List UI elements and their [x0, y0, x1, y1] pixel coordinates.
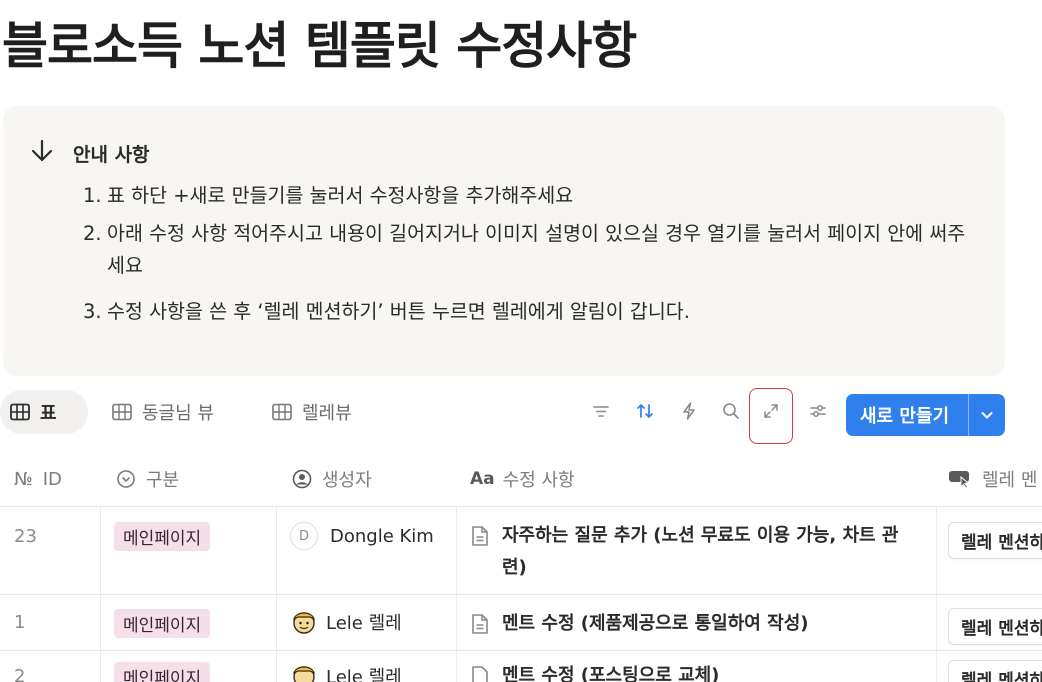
- view-tab-lele[interactable]: 렐레뷰: [272, 390, 352, 434]
- callout-title: 안내 사항: [73, 143, 150, 166]
- instruction-item: 1. 표 하단 +새로 만들기를 눌러서 수정사항을 추가해주세요: [83, 180, 983, 212]
- page-title: 블로소득 노션 템플릿 수정사항: [2, 17, 637, 75]
- creator-name: Lele 렐레: [326, 613, 402, 634]
- creator-cell[interactable]: D Dongle Kim: [290, 522, 434, 550]
- category-cell[interactable]: 메인페이지: [114, 522, 211, 551]
- row-divider: [0, 506, 1042, 507]
- table-icon: [112, 403, 132, 421]
- number-icon: №: [14, 468, 33, 490]
- avatar: [293, 666, 315, 682]
- select-icon: [117, 470, 135, 488]
- search-icon[interactable]: [718, 398, 744, 424]
- table-row[interactable]: 2 메인페이지 Lele 렐레 멘트 수정 (포스팅으로 교체) 렐레 멘션하기: [0, 650, 1042, 682]
- mention-button[interactable]: 렐레 멘션하기: [948, 608, 1042, 645]
- title-cell[interactable]: 멘트 수정 (포스팅으로 교체): [470, 660, 920, 682]
- avatar: D: [290, 522, 318, 550]
- instruction-text: 아래 수정 사항 적어주시고 내용이 길어지거나 이미지 설명이 있으실 경우 …: [107, 222, 966, 277]
- column-header-creator[interactable]: 생성자: [292, 452, 372, 506]
- column-header-category[interactable]: 구분: [116, 452, 179, 506]
- category-tag: 메인페이지: [114, 662, 211, 682]
- creator-name: Dongle Kim: [330, 525, 434, 547]
- category-cell[interactable]: 메인페이지: [114, 609, 211, 638]
- table-icon: [272, 403, 292, 421]
- view-tab-dongle[interactable]: 동글님 뷰: [112, 390, 214, 434]
- mention-button[interactable]: 렐레 멘션하기: [948, 522, 1042, 559]
- chevron-down-icon[interactable]: [969, 407, 1005, 423]
- instruction-list: 1. 표 하단 +새로 만들기를 눌러서 수정사항을 추가해주세요 2. 아래 …: [83, 180, 983, 334]
- view-tab-label: 동글님 뷰: [142, 403, 214, 424]
- page-icon: [472, 526, 488, 546]
- column-header-title[interactable]: Aa 수정 사항: [470, 452, 575, 506]
- view-tab-label: 렐레뷰: [302, 403, 352, 424]
- new-button[interactable]: 새로 만들기: [846, 394, 1005, 436]
- callout-toggle[interactable]: 안내 사항: [29, 138, 150, 168]
- row-id: 23: [14, 526, 37, 547]
- view-tab-label: 표: [40, 403, 57, 424]
- creator-cell[interactable]: Lele 렐레: [290, 608, 402, 636]
- expand-icon[interactable]: [758, 398, 784, 424]
- instruction-text: 표 하단 +새로 만들기를 눌러서 수정사항을 추가해주세요: [107, 184, 574, 207]
- settings-sliders-icon[interactable]: [805, 398, 831, 424]
- avatar: [293, 612, 315, 634]
- instruction-number: 2.: [83, 222, 102, 245]
- title-text: 자주하는 질문 추가 (노션 무료도 이용 가능, 차트 관련): [502, 525, 899, 578]
- database-toolbar: 표 동글님 뷰 렐레뷰 새로 만들기: [0, 388, 1042, 444]
- column-header-mention[interactable]: 렐레 멘: [948, 452, 1037, 506]
- page-icon: [472, 666, 488, 682]
- title-cell[interactable]: 자주하는 질문 추가 (노션 무료도 이용 가능, 차트 관련): [470, 520, 920, 584]
- new-button-label: 새로 만들기: [860, 406, 950, 427]
- view-tab-table[interactable]: 표: [0, 390, 88, 434]
- sort-icon[interactable]: [632, 398, 658, 424]
- category-cell[interactable]: 메인페이지: [114, 662, 211, 682]
- button-type-icon: [949, 471, 970, 488]
- title-text: 멘트 수정 (포스팅으로 교체): [502, 665, 720, 682]
- table-icon: [10, 403, 30, 421]
- instruction-item: 2. 아래 수정 사항 적어주시고 내용이 길어지거나 이미지 설명이 있으실 …: [83, 218, 983, 282]
- lightning-icon[interactable]: [676, 398, 702, 424]
- text-type-icon: Aa: [470, 469, 495, 489]
- instruction-item: 3. 수정 사항을 쓴 후 ‘렐레 멘션하기’ 버튼 누르면 렐레에게 알림이 …: [83, 296, 983, 328]
- row-divider: [0, 594, 1042, 595]
- arrow-down-icon: [29, 138, 55, 168]
- title-text: 멘트 수정 (제품제공으로 통일하여 작성): [502, 613, 809, 634]
- person-icon: [292, 469, 312, 489]
- category-tag: 메인페이지: [114, 609, 211, 638]
- category-tag: 메인페이지: [114, 522, 211, 551]
- creator-cell[interactable]: Lele 렐레: [290, 662, 402, 682]
- filter-icon[interactable]: [588, 398, 614, 424]
- row-id: 2: [14, 666, 26, 682]
- creator-name: Lele 렐레: [326, 667, 402, 682]
- column-header-id[interactable]: № ID: [14, 452, 62, 506]
- instruction-number: 3.: [83, 300, 102, 323]
- title-cell[interactable]: 멘트 수정 (제품제공으로 통일하여 작성): [470, 608, 920, 640]
- page-icon: [472, 614, 488, 634]
- mention-cell: 렐레 멘션하기: [948, 660, 1042, 682]
- instruction-text: 수정 사항을 쓴 후 ‘렐레 멘션하기’ 버튼 누르면 렐레에게 알림이 갑니다…: [107, 300, 690, 323]
- mention-cell: 렐레 멘션하기: [948, 608, 1042, 648]
- instruction-number: 1.: [83, 184, 102, 207]
- row-id: 1: [14, 612, 26, 633]
- callout: 안내 사항 1. 표 하단 +새로 만들기를 눌러서 수정사항을 추가해주세요 …: [3, 106, 1005, 376]
- mention-cell: 렐레 멘션하기: [948, 522, 1042, 562]
- mention-button[interactable]: 렐레 멘션하기: [948, 660, 1042, 682]
